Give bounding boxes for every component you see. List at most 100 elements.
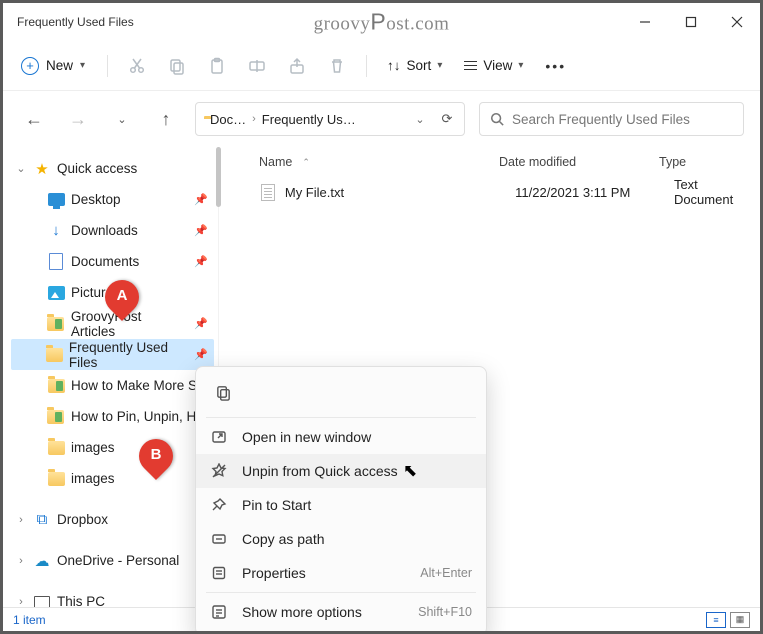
show-more-icon: [210, 603, 228, 621]
menu-separator: [206, 417, 476, 418]
address-row: ← → ⌄ ↑ Doc… › Frequently Us… ⌄ ⟳ Search…: [3, 91, 760, 147]
scrollbar-handle[interactable]: [216, 147, 221, 207]
maximize-button[interactable]: [668, 3, 714, 41]
sidebar-item-label: How to Pin, Unpin, Hide: [71, 409, 214, 424]
file-name: My File.txt: [285, 185, 515, 200]
chevron-down-icon: ▾: [437, 60, 442, 71]
ctx-properties[interactable]: Properties Alt+Enter: [196, 556, 486, 590]
sidebar-item-label: Downloads: [71, 223, 138, 238]
menu-separator: [206, 592, 476, 593]
annotation-marker-a: A: [105, 280, 139, 324]
item-count: 1 item: [13, 613, 46, 627]
sidebar-item-onedrive[interactable]: › ☁ OneDrive - Personal: [11, 545, 214, 576]
close-button[interactable]: [714, 3, 760, 41]
sidebar-item-label: Dropbox: [57, 512, 108, 527]
forward-button[interactable]: →: [63, 104, 93, 134]
sidebar-item-folder[interactable]: How to Make More Spa: [11, 370, 214, 401]
sidebar-item-label: images: [71, 440, 115, 455]
ctx-shortcut: Alt+Enter: [420, 566, 472, 580]
plus-circle-icon: +: [21, 57, 39, 75]
view-button[interactable]: View ▾: [454, 53, 533, 78]
ellipsis-icon: •••: [545, 58, 566, 74]
sort-button[interactable]: ↑↓ Sort ▾: [377, 53, 452, 78]
pc-icon: [33, 593, 51, 608]
breadcrumb-segment[interactable]: Frequently Us…: [262, 112, 356, 127]
sidebar-item-images[interactable]: images: [11, 463, 214, 494]
sidebar-item-label: Desktop: [71, 192, 121, 207]
toolbar-separator: [366, 55, 367, 77]
address-history-button[interactable]: ⌄: [410, 113, 430, 126]
onedrive-icon: ☁: [33, 552, 51, 570]
folder-icon: [47, 439, 65, 457]
more-options-button[interactable]: •••: [535, 53, 576, 79]
file-row[interactable]: My File.txt 11/22/2021 3:11 PM Text Docu…: [219, 177, 760, 207]
back-button[interactable]: ←: [19, 104, 49, 134]
paste-button[interactable]: [198, 48, 236, 84]
search-input[interactable]: Search Frequently Used Files: [479, 102, 744, 136]
ctx-unpin-quick-access[interactable]: Unpin from Quick access: [196, 454, 486, 488]
chevron-down-icon: ▾: [518, 60, 523, 71]
share-button[interactable]: [278, 48, 316, 84]
recent-locations-button[interactable]: ⌄: [107, 104, 137, 134]
downloads-icon: ↓: [47, 222, 65, 240]
toolbar: + New ▾ ↑↓ Sort ▾ View ▾ •••: [3, 41, 760, 91]
view-label: View: [483, 58, 512, 73]
cut-button[interactable]: [118, 48, 156, 84]
view-details-button[interactable]: ≡: [706, 612, 726, 628]
quick-access-group[interactable]: ⌄ ★ Quick access: [11, 153, 214, 184]
pin-icon: 📌: [194, 193, 208, 206]
expand-icon[interactable]: ›: [15, 514, 27, 526]
pin-icon: 📌: [194, 224, 208, 237]
ctx-pin-to-start[interactable]: Pin to Start: [196, 488, 486, 522]
new-button-label: New: [46, 58, 73, 73]
sidebar-item-frequently-used[interactable]: Frequently Used Files📌: [11, 339, 214, 370]
sidebar-item-downloads[interactable]: ↓ Downloads 📌: [11, 215, 214, 246]
sidebar-item-desktop[interactable]: Desktop 📌: [11, 184, 214, 215]
new-button[interactable]: + New ▾: [13, 52, 97, 80]
sidebar-item-label: OneDrive - Personal: [57, 553, 179, 568]
collapse-icon[interactable]: ⌄: [15, 162, 27, 175]
sort-icon: ↑↓: [387, 58, 401, 73]
breadcrumb-segment[interactable]: Doc…: [210, 112, 246, 127]
folder-icon: [47, 470, 65, 488]
quick-access-label: Quick access: [57, 161, 137, 176]
pin-icon: 📌: [194, 255, 208, 268]
sort-indicator-icon: ⌃: [302, 157, 310, 168]
sidebar-item-documents[interactable]: Documents📌: [11, 246, 214, 277]
column-date[interactable]: Date modified: [499, 155, 659, 169]
column-headers[interactable]: Name ⌃ Date modified Type: [219, 147, 760, 177]
sidebar-item-dropbox[interactable]: › ⧉ Dropbox: [11, 504, 214, 535]
refresh-button[interactable]: ⟳: [436, 111, 458, 127]
titlebar: Frequently Used Files groovyPost.com: [3, 3, 760, 41]
context-menu: Open in new window Unpin from Quick acce…: [195, 366, 487, 634]
address-bar[interactable]: Doc… › Frequently Us… ⌄ ⟳: [195, 102, 465, 136]
sidebar-item-thispc[interactable]: ›This PC: [11, 586, 214, 607]
toolbar-separator: [107, 55, 108, 77]
copy-button[interactable]: [158, 48, 196, 84]
column-name[interactable]: Name: [259, 155, 292, 169]
ctx-show-more-options[interactable]: Show more options Shift+F10: [196, 595, 486, 629]
up-button[interactable]: ↑: [151, 104, 181, 134]
sidebar-item-folder[interactable]: How to Pin, Unpin, Hide: [11, 401, 214, 432]
search-icon: [490, 112, 504, 126]
dropbox-icon: ⧉: [33, 511, 51, 529]
copy-path-icon: [210, 530, 228, 548]
view-thumbnails-button[interactable]: ▦: [730, 612, 750, 628]
ctx-copy-as-path[interactable]: Copy as path: [196, 522, 486, 556]
delete-button[interactable]: [318, 48, 356, 84]
minimize-button[interactable]: [622, 3, 668, 41]
sidebar-item-label: Frequently Used Files: [69, 340, 188, 370]
column-type[interactable]: Type: [659, 155, 760, 169]
ctx-copy-button[interactable]: [208, 377, 238, 407]
pin-icon: 📌: [194, 317, 208, 330]
ctx-label: Show more options: [242, 604, 362, 620]
ctx-label: Unpin from Quick access: [242, 463, 398, 479]
search-placeholder: Search Frequently Used Files: [512, 112, 690, 127]
sidebar-item-images[interactable]: images: [11, 432, 214, 463]
rename-button[interactable]: [238, 48, 276, 84]
expand-icon[interactable]: ›: [15, 596, 27, 608]
expand-icon[interactable]: ›: [15, 555, 27, 567]
sidebar-item-label: How to Make More Spa: [71, 378, 212, 393]
ctx-open-new-window[interactable]: Open in new window: [196, 420, 486, 454]
nav-sidebar: ⌄ ★ Quick access Desktop 📌 ↓ Downloads 📌 Do…: [3, 147, 219, 607]
